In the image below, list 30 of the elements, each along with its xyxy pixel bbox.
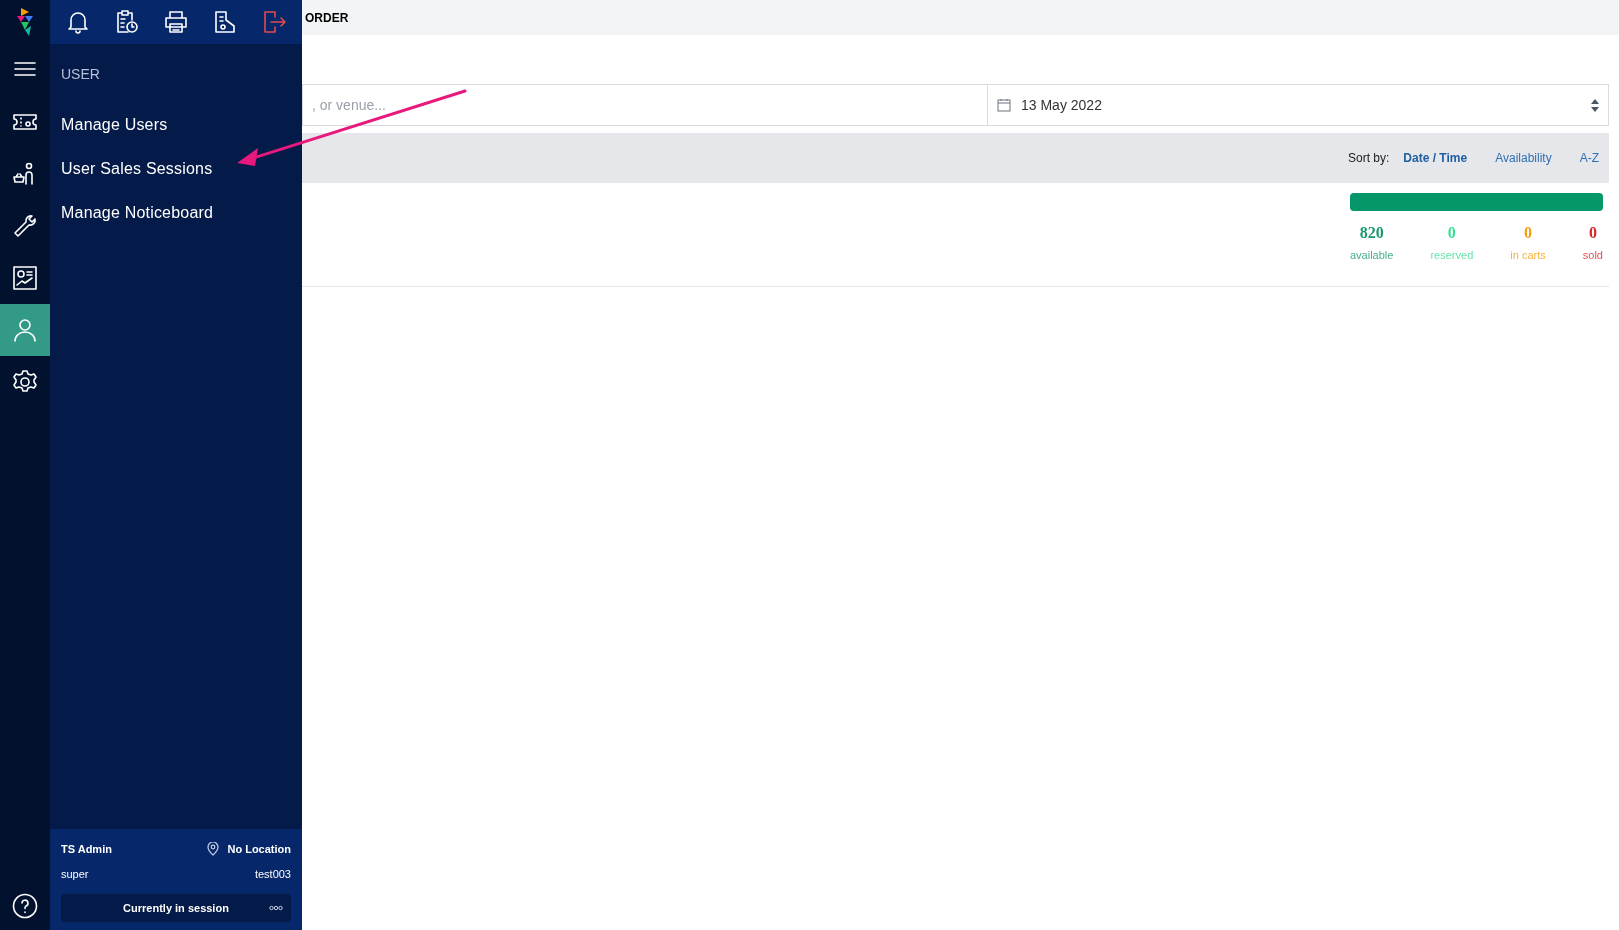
- help-icon[interactable]: [12, 893, 38, 919]
- page-title: ORDER: [305, 9, 349, 27]
- stat-label: in carts: [1510, 248, 1546, 263]
- sort-option[interactable]: A-Z: [1579, 149, 1599, 167]
- sort-option[interactable]: Availability: [1495, 149, 1552, 167]
- stat-value: 0: [1588, 223, 1597, 243]
- section-heading: USER: [60, 65, 101, 84]
- location-label: No Location: [227, 842, 291, 857]
- menu-item[interactable]: User Sales Sessions: [50, 147, 224, 191]
- user-role: super: [61, 866, 89, 882]
- search-field[interactable]: , or venue...: [302, 84, 988, 126]
- location-pin-icon: [207, 842, 220, 857]
- stat-value: 820: [1359, 223, 1384, 243]
- stat-label: available: [1350, 248, 1394, 263]
- sort-arrows-icon: [1591, 98, 1599, 112]
- stat-value: 0: [1447, 223, 1456, 243]
- sort-label: Sort by:: [1348, 150, 1390, 167]
- menu-item[interactable]: Manage Noticeboard: [50, 191, 225, 235]
- terminal-id: test003: [254, 866, 291, 882]
- stat-label: sold: [1582, 248, 1603, 263]
- calendar-icon: [997, 98, 1011, 112]
- session-status-button[interactable]: Currently in session: [61, 894, 291, 922]
- logo-icon: [15, 8, 35, 36]
- stat-value: 0: [1524, 223, 1532, 243]
- date-field[interactable]: 13 May 2022: [988, 84, 1609, 126]
- user-name: TS Admin: [61, 842, 112, 857]
- sort-option[interactable]: Date / Time: [1403, 149, 1468, 167]
- menu-item[interactable]: Manage Users: [50, 103, 179, 147]
- stat-label: reserved: [1430, 248, 1474, 263]
- more-icon[interactable]: [269, 905, 283, 911]
